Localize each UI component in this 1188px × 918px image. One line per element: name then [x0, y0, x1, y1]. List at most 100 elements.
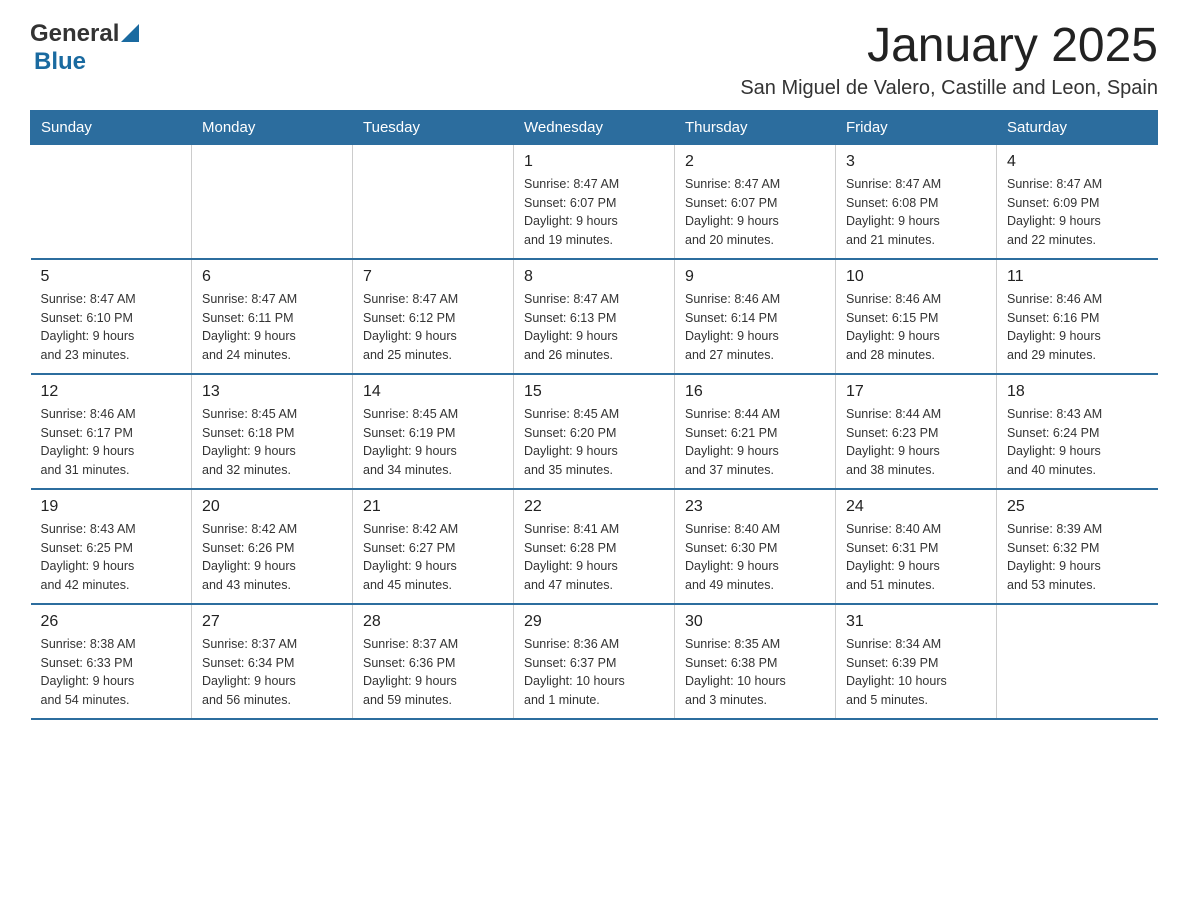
day-number: 13: [202, 383, 342, 401]
day-number: 2: [685, 153, 825, 171]
day-info: Sunrise: 8:38 AMSunset: 6:33 PMDaylight:…: [41, 635, 182, 710]
day-number: 11: [1007, 268, 1148, 286]
page-header: General Blue January 2025 San Miguel de …: [30, 20, 1158, 100]
weekday-header-saturday: Saturday: [997, 110, 1158, 144]
week-row-4: 19 Sunrise: 8:43 AMSunset: 6:25 PMDayligh…: [31, 489, 1158, 604]
calendar-cell: 10Sunrise: 8:46 AMSunset: 6:15 PMDayligh…: [836, 259, 997, 374]
calendar-cell: 30Sunrise: 8:35 AMSunset: 6:38 PMDayligh…: [675, 604, 836, 719]
logo: General Blue: [30, 20, 139, 76]
day-number: 6: [202, 268, 342, 286]
calendar-cell: 17 Sunrise: 8:44 AMSunset: 6:23 PMDayligh…: [836, 374, 997, 489]
week-row-1: 1 Sunrise: 8:47 AMSunset: 6:07 PMDaylight…: [31, 144, 1158, 259]
calendar-cell: 14 Sunrise: 8:45 AMSunset: 6:19 PMDayligh…: [353, 374, 514, 489]
day-info: Sunrise: 8:44 AMSunset: 6:21 PMDaylight:…: [685, 405, 825, 480]
day-info: Sunrise: 8:36 AMSunset: 6:37 PMDaylight:…: [524, 635, 664, 710]
day-info: Sunrise: 8:46 AMSunset: 6:14 PMDaylight:…: [685, 290, 825, 365]
day-info: Sunrise: 8:43 AMSunset: 6:25 PMDaylight:…: [41, 520, 182, 595]
day-number: 22: [524, 498, 664, 516]
day-info: Sunrise: 8:40 AMSunset: 6:31 PMDaylight:…: [846, 520, 986, 595]
day-info: Sunrise: 8:45 AMSunset: 6:20 PMDaylight:…: [524, 405, 664, 480]
day-info: Sunrise: 8:47 AMSunset: 6:13 PMDaylight:…: [524, 290, 664, 365]
calendar-cell: 18Sunrise: 8:43 AMSunset: 6:24 PMDayligh…: [997, 374, 1158, 489]
day-info: Sunrise: 8:47 AMSunset: 6:11 PMDaylight:…: [202, 290, 342, 365]
day-number: 10: [846, 268, 986, 286]
weekday-header-thursday: Thursday: [675, 110, 836, 144]
day-info: Sunrise: 8:40 AMSunset: 6:30 PMDaylight:…: [685, 520, 825, 595]
calendar-cell: 15 Sunrise: 8:45 AMSunset: 6:20 PMDayligh…: [514, 374, 675, 489]
day-number: 7: [363, 268, 503, 286]
day-number: 30: [685, 613, 825, 631]
calendar-cell: [997, 604, 1158, 719]
weekday-header-monday: Monday: [192, 110, 353, 144]
calendar-cell: 12Sunrise: 8:46 AMSunset: 6:17 PMDayligh…: [31, 374, 192, 489]
calendar-cell: 19 Sunrise: 8:43 AMSunset: 6:25 PMDayligh…: [31, 489, 192, 604]
calendar-cell: [192, 144, 353, 259]
day-number: 1: [524, 153, 664, 171]
day-number: 20: [202, 498, 342, 516]
day-number: 29: [524, 613, 664, 631]
day-number: 16: [685, 383, 825, 401]
calendar-cell: 5 Sunrise: 8:47 AMSunset: 6:10 PMDaylight…: [31, 259, 192, 374]
calendar-cell: 22Sunrise: 8:41 AMSunset: 6:28 PMDayligh…: [514, 489, 675, 604]
calendar-cell: [31, 144, 192, 259]
day-info: Sunrise: 8:47 AMSunset: 6:08 PMDaylight:…: [846, 175, 986, 250]
day-info: Sunrise: 8:46 AMSunset: 6:16 PMDaylight:…: [1007, 290, 1148, 365]
day-number: 18: [1007, 383, 1148, 401]
calendar-cell: 21Sunrise: 8:42 AMSunset: 6:27 PMDayligh…: [353, 489, 514, 604]
calendar-cell: 16 Sunrise: 8:44 AMSunset: 6:21 PMDayligh…: [675, 374, 836, 489]
day-info: Sunrise: 8:45 AMSunset: 6:18 PMDaylight:…: [202, 405, 342, 480]
calendar-cell: 26 Sunrise: 8:38 AMSunset: 6:33 PMDayligh…: [31, 604, 192, 719]
day-number: 14: [363, 383, 503, 401]
calendar-cell: 2 Sunrise: 8:47 AMSunset: 6:07 PMDaylight…: [675, 144, 836, 259]
day-info: Sunrise: 8:39 AMSunset: 6:32 PMDaylight:…: [1007, 520, 1148, 595]
day-number: 5: [41, 268, 182, 286]
day-info: Sunrise: 8:34 AMSunset: 6:39 PMDaylight:…: [846, 635, 986, 710]
day-number: 8: [524, 268, 664, 286]
day-number: 24: [846, 498, 986, 516]
logo-arrow-icon: [121, 24, 139, 42]
calendar-cell: 1 Sunrise: 8:47 AMSunset: 6:07 PMDaylight…: [514, 144, 675, 259]
calendar-cell: 24 Sunrise: 8:40 AMSunset: 6:31 PMDayligh…: [836, 489, 997, 604]
day-info: Sunrise: 8:37 AMSunset: 6:34 PMDaylight:…: [202, 635, 342, 710]
day-info: Sunrise: 8:47 AMSunset: 6:12 PMDaylight:…: [363, 290, 503, 365]
day-number: 19: [41, 498, 182, 516]
day-info: Sunrise: 8:47 AMSunset: 6:07 PMDaylight:…: [524, 175, 664, 250]
location-subtitle: San Miguel de Valero, Castille and Leon,…: [740, 77, 1158, 100]
day-info: Sunrise: 8:45 AMSunset: 6:19 PMDaylight:…: [363, 405, 503, 480]
day-number: 26: [41, 613, 182, 631]
day-number: 17: [846, 383, 986, 401]
calendar-cell: 25 Sunrise: 8:39 AMSunset: 6:32 PMDayligh…: [997, 489, 1158, 604]
weekday-header-wednesday: Wednesday: [514, 110, 675, 144]
day-number: 27: [202, 613, 342, 631]
calendar-cell: 31 Sunrise: 8:34 AMSunset: 6:39 PMDayligh…: [836, 604, 997, 719]
day-info: Sunrise: 8:44 AMSunset: 6:23 PMDaylight:…: [846, 405, 986, 480]
calendar-cell: [353, 144, 514, 259]
calendar-cell: 23 Sunrise: 8:40 AMSunset: 6:30 PMDayligh…: [675, 489, 836, 604]
calendar-cell: 3 Sunrise: 8:47 AMSunset: 6:08 PMDaylight…: [836, 144, 997, 259]
day-number: 12: [41, 383, 182, 401]
day-number: 25: [1007, 498, 1148, 516]
weekday-header-row: SundayMondayTuesdayWednesdayThursdayFrid…: [31, 110, 1158, 144]
calendar-cell: 4 Sunrise: 8:47 AMSunset: 6:09 PMDaylight…: [997, 144, 1158, 259]
calendar-table: SundayMondayTuesdayWednesdayThursdayFrid…: [30, 110, 1158, 720]
day-number: 3: [846, 153, 986, 171]
calendar-cell: 8 Sunrise: 8:47 AMSunset: 6:13 PMDaylight…: [514, 259, 675, 374]
day-info: Sunrise: 8:47 AMSunset: 6:09 PMDaylight:…: [1007, 175, 1148, 250]
day-number: 31: [846, 613, 986, 631]
calendar-cell: 20Sunrise: 8:42 AMSunset: 6:26 PMDayligh…: [192, 489, 353, 604]
logo-blue-text: Blue: [34, 48, 86, 75]
day-number: 9: [685, 268, 825, 286]
day-info: Sunrise: 8:37 AMSunset: 6:36 PMDaylight:…: [363, 635, 503, 710]
weekday-header-friday: Friday: [836, 110, 997, 144]
calendar-cell: 27 Sunrise: 8:37 AMSunset: 6:34 PMDayligh…: [192, 604, 353, 719]
day-number: 4: [1007, 153, 1148, 171]
title-area: January 2025 San Miguel de Valero, Casti…: [740, 20, 1158, 100]
day-number: 15: [524, 383, 664, 401]
day-number: 28: [363, 613, 503, 631]
month-title: January 2025: [740, 20, 1158, 73]
day-number: 23: [685, 498, 825, 516]
day-number: 21: [363, 498, 503, 516]
day-info: Sunrise: 8:47 AMSunset: 6:10 PMDaylight:…: [41, 290, 182, 365]
calendar-cell: 7 Sunrise: 8:47 AMSunset: 6:12 PMDaylight…: [353, 259, 514, 374]
day-info: Sunrise: 8:47 AMSunset: 6:07 PMDaylight:…: [685, 175, 825, 250]
